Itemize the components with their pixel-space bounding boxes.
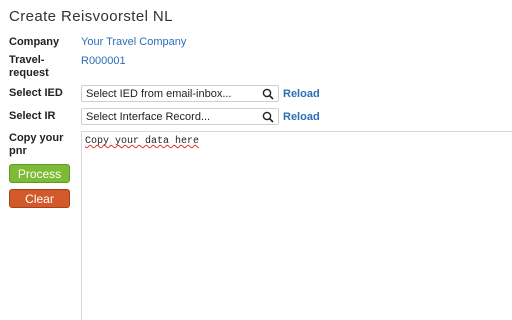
pnr-label-line2: pnr: [9, 145, 27, 157]
search-icon[interactable]: [262, 88, 274, 100]
select-ir-placeholder: Select Interface Record...: [86, 111, 211, 123]
clear-button[interactable]: Clear: [9, 189, 70, 208]
company-value: Your Travel Company: [81, 36, 187, 48]
search-icon[interactable]: [262, 111, 274, 123]
pnr-textarea-text: Copy your data here: [85, 136, 200, 147]
company-label: Company: [9, 36, 60, 48]
select-ir-label: Select IR: [9, 110, 56, 122]
reload-ied-link[interactable]: Reload: [283, 88, 320, 100]
page-title: Create Reisvoorstel NL: [9, 8, 173, 25]
reload-ir-link[interactable]: Reload: [283, 111, 320, 123]
select-ied-label: Select IED: [9, 87, 63, 99]
pnr-label: Copy your pnr: [9, 132, 63, 158]
travel-request-label-line2: request: [9, 67, 49, 79]
process-button[interactable]: Process: [9, 164, 70, 183]
pnr-textarea[interactable]: Copy your data here: [81, 131, 512, 320]
select-ied-dropdown[interactable]: Select IED from email-inbox...: [81, 85, 279, 102]
travel-request-label-line1: Travel-: [9, 54, 45, 66]
pnr-label-line1: Copy your: [9, 132, 64, 144]
select-ir-dropdown[interactable]: Select Interface Record...: [81, 108, 279, 125]
travel-request-value: R000001: [81, 55, 126, 67]
select-ied-placeholder: Select IED from email-inbox...: [86, 88, 232, 100]
travel-request-label: Travel- request: [9, 54, 49, 80]
